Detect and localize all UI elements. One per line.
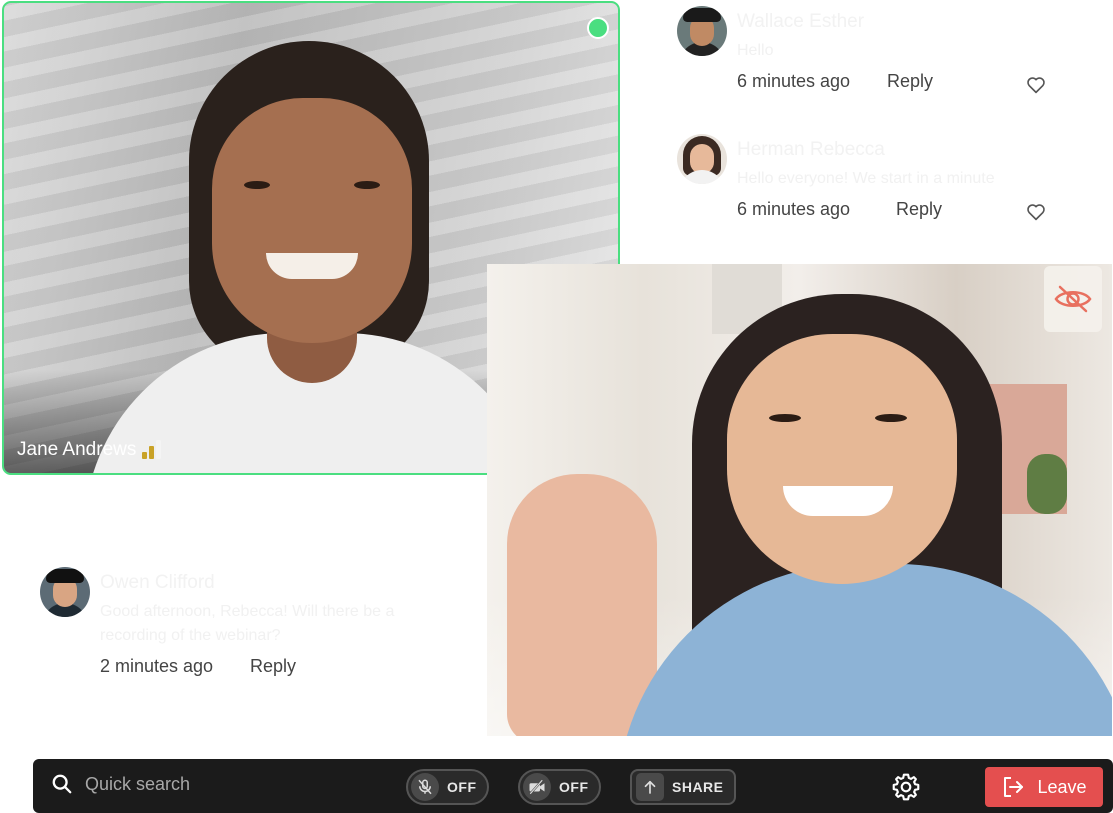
comment-item: Wallace Esther Hello 6 minutes ago Reply [677,6,1067,92]
comment-text: Good afternoon, Rebecca! Will there be a… [100,603,395,644]
signal-strength-icon [142,437,162,459]
reply-link[interactable]: Reply [887,71,933,92]
participant-name-label: Jane Andrews [17,437,162,461]
video-frame-hand [507,474,657,736]
mic-off-icon [411,773,439,801]
avatar [677,134,727,184]
share-button[interactable]: SHARE [630,769,736,805]
video-frame-face [727,334,957,584]
share-label: SHARE [672,779,724,795]
comment-author: Wallace Esther [737,11,865,32]
arrow-up-icon [636,773,664,801]
search-icon [52,774,72,794]
leave-button[interactable]: Leave [985,767,1103,807]
video-frame-smile [266,253,358,279]
eye-off-icon [1054,285,1092,313]
gear-icon[interactable] [890,771,922,803]
reply-link[interactable]: Reply [250,656,296,677]
video-frame-eye [244,181,270,189]
video-frame-plant [1027,454,1067,514]
hide-video-button[interactable] [1044,266,1102,332]
avatar [677,6,727,56]
video-tile-rebecca[interactable] [487,264,1112,736]
video-frame-eye [354,181,380,189]
video-frame-face [212,98,412,343]
mic-status-label: OFF [447,779,477,795]
comment-text: Hello [737,42,774,59]
comment-time: 2 minutes ago [100,656,214,676]
comment-author: Herman Rebecca [737,139,885,160]
search-bar[interactable] [51,773,305,795]
comment-meta: 2 minutes ago Reply [100,656,420,677]
comment-meta: 6 minutes ago Reply [737,199,1067,220]
video-frame-eye [875,414,907,422]
avatar [40,567,90,617]
camera-toggle[interactable]: OFF [518,769,601,805]
search-input[interactable] [85,773,305,795]
meeting-toolbar: OFF OFF SHARE Lea [33,759,1113,813]
comment-time: 6 minutes ago [737,199,851,219]
like-heart-icon[interactable] [1026,203,1046,221]
video-frame-eye [769,414,801,422]
like-heart-icon[interactable] [1026,76,1046,94]
comment-time: 6 minutes ago [737,71,851,91]
comment-author: Owen Clifford [100,572,215,593]
comment-item: Herman Rebecca Hello everyone! We start … [677,134,1067,220]
camera-status-label: OFF [559,779,589,795]
camera-off-icon [523,773,551,801]
comment-item: Owen Clifford Good afternoon, Rebecca! W… [40,567,420,677]
exit-icon [1004,777,1024,797]
online-status-indicator [587,17,609,39]
leave-label: Leave [1037,776,1087,797]
participant-name: Jane Andrews [17,439,137,460]
comment-text: Hello everyone! We start in a minute [737,170,995,187]
comment-meta: 6 minutes ago Reply [737,71,1067,92]
video-frame-smile [783,486,893,516]
mic-toggle[interactable]: OFF [406,769,489,805]
reply-link[interactable]: Reply [896,199,942,220]
